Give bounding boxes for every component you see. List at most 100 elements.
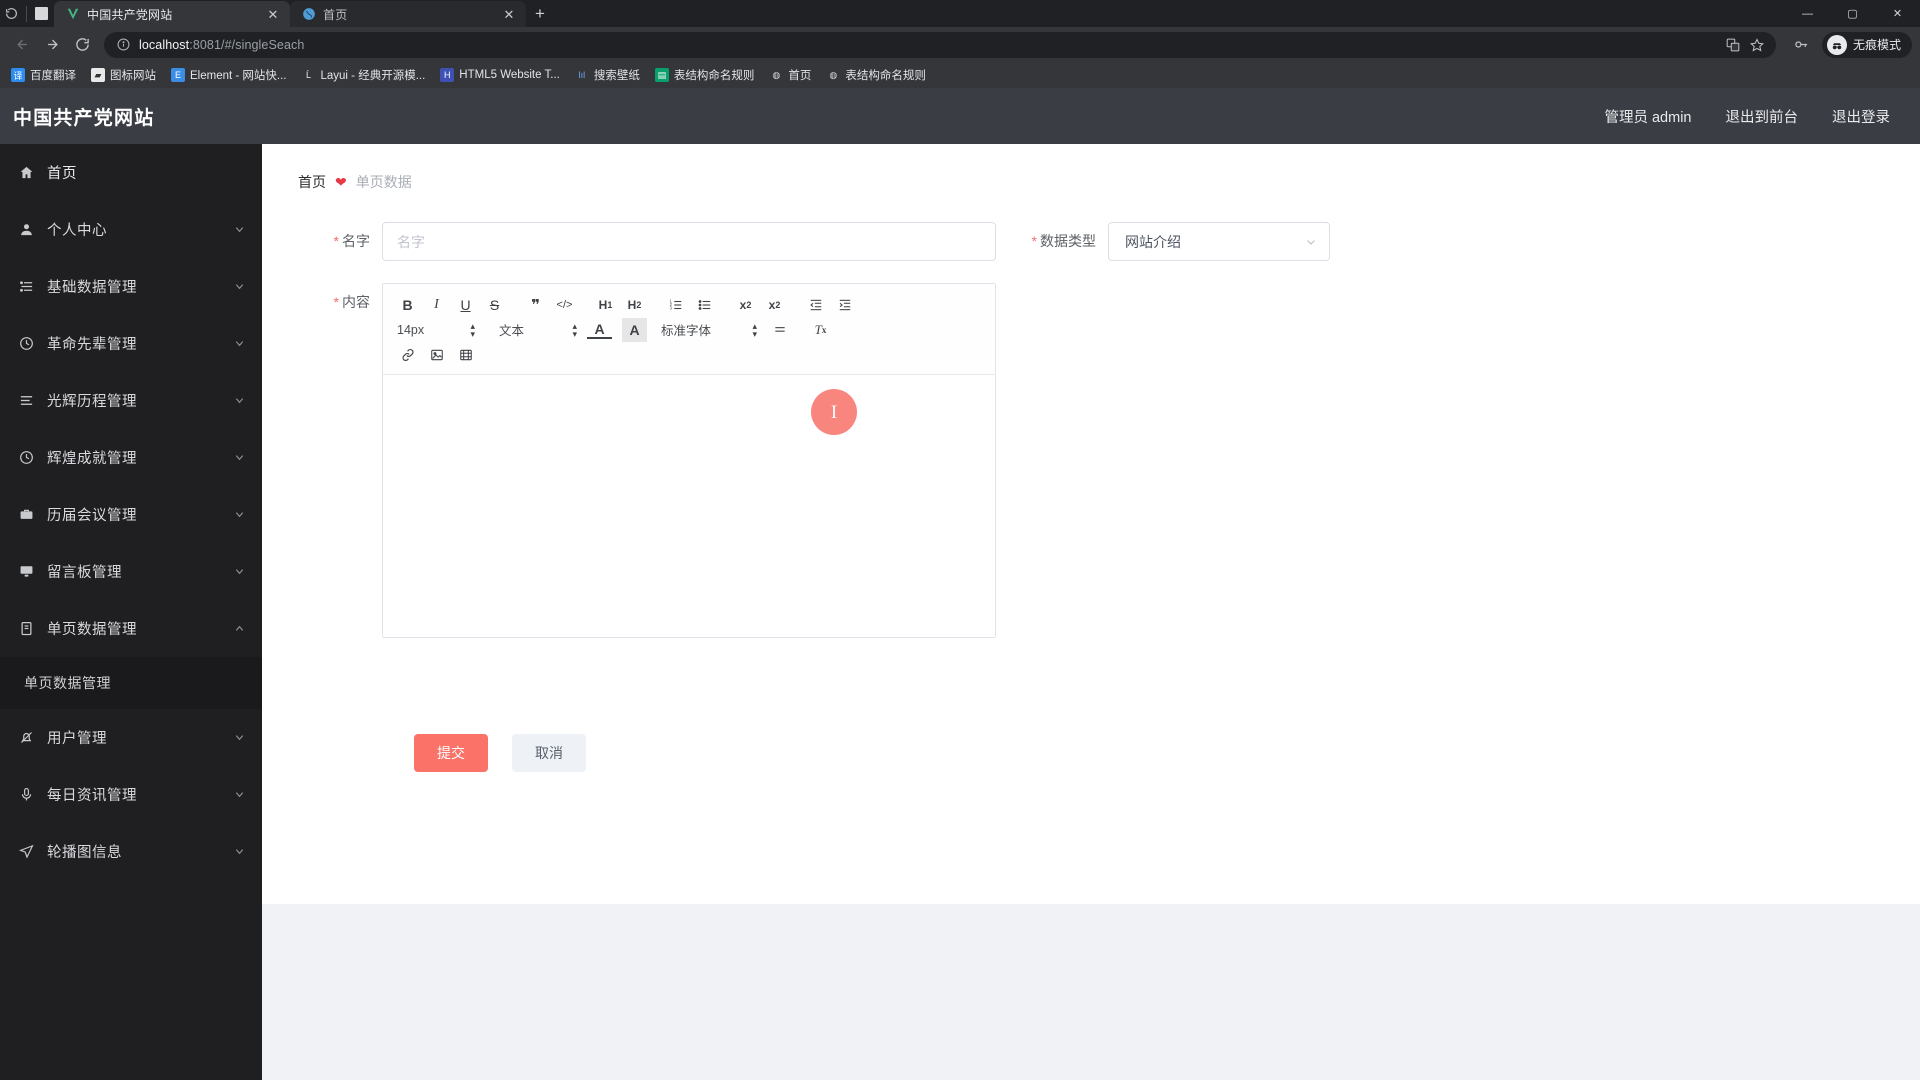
sidebar-item-personal-center[interactable]: 个人中心 [0,201,262,258]
sidebar-item-basic-data[interactable]: 基础数据管理 [0,258,262,315]
app-header-actions: 管理员 admin 退出到前台 退出登录 [1604,106,1890,127]
font-family-select[interactable]: 标准字体 ▴ ▾ [659,318,759,342]
required-asterisk: * [1031,233,1037,249]
required-asterisk: * [333,294,339,310]
new-tab-button[interactable]: + [526,1,554,27]
image-icon[interactable] [424,343,449,367]
maximize-button[interactable]: ▢ [1830,0,1875,27]
sidebar-item-home[interactable]: 首页 [0,144,262,201]
text-style-select[interactable]: 文本 ▴ ▾ [497,318,579,342]
sidebar-item-revolutionary-elders[interactable]: 革命先辈管理 [0,315,262,372]
clear-format-icon[interactable]: Tx [808,318,833,342]
key-icon[interactable] [1788,31,1816,59]
forward-icon[interactable] [38,31,66,59]
back-icon[interactable] [8,31,36,59]
bold-icon[interactable]: B [395,293,420,317]
editor-content-area[interactable] [383,375,995,637]
chevron-down-icon [232,224,246,235]
sidebar-item-label: 单页数据管理 [47,622,137,638]
code-icon[interactable]: </> [552,293,577,317]
spinner-icon: ▴ ▾ [572,320,577,339]
cancel-button[interactable]: 取消 [512,734,586,772]
logout-link[interactable]: 退出登录 [1832,106,1890,127]
text-color-icon[interactable]: A [587,320,612,339]
data-type-select[interactable]: 网站介绍 [1108,222,1330,261]
ordered-list-icon[interactable]: 123 [663,293,688,317]
bookmark-item[interactable]: 译百度翻译 [4,65,83,85]
bookmark-item[interactable]: Ĺ Layui - 经典开源模... [295,65,433,85]
bookmark-label: HTML5 Website T... [459,69,560,81]
bookmark-item[interactable]: lıl 搜索壁纸 [568,65,647,85]
spinner-icon: ▴ ▾ [470,320,475,339]
heading-1-icon[interactable]: H1 [593,293,618,317]
bookmark-item[interactable]: E Element - 网站快... [164,65,294,85]
bookmark-item[interactable]: H HTML5 Website T... [433,66,567,84]
close-window-button[interactable]: ✕ [1875,0,1920,27]
omnibox-actions [1718,37,1764,52]
info-circle-icon[interactable] [116,38,130,52]
incognito-mode-indicator[interactable]: 无痕模式 [1821,31,1912,58]
divider [26,5,27,22]
content-field-label: * 内容 [333,294,370,310]
subscript-icon[interactable]: x2 [733,293,758,317]
chevron-down-icon [1305,236,1317,248]
sidebar-item-glorious-journey[interactable]: 光辉历程管理 [0,372,262,429]
form-grid: * 名字 名字 * 内容 B I U S ❞ </> H 1 H 2 1 2 3… [262,222,1920,772]
sidebar-item-conferences[interactable]: 历届会议管理 [0,486,262,543]
app-body: 首页 个人中心 基础数据管理 革命先辈管理 光辉历程管理 辉煌成就管理 历届会议… [0,144,1920,1080]
chevron-down-icon [232,566,246,577]
browser-menu-icon[interactable] [4,7,18,21]
font-size-select[interactable]: 14px ▴ ▾ [395,318,477,342]
indent-icon[interactable] [832,293,857,317]
align-icon[interactable] [767,318,792,342]
link-icon[interactable] [395,343,420,367]
sidebar-item-label: 辉煌成就管理 [47,451,137,467]
bookmark-item[interactable]: ▰ 图标网站 [84,65,163,85]
sidebar-item-single-page-data[interactable]: 单页数据管理 [0,600,262,657]
sidebar-item-label: 用户管理 [47,731,107,747]
sidebar-item-brilliant-achievements[interactable]: 辉煌成就管理 [0,429,262,486]
outdent-icon[interactable] [803,293,828,317]
browser-tab-inactive[interactable]: 首页 ✕ [290,1,526,27]
clock-icon [18,450,35,465]
sidebar-item-carousel[interactable]: 轮播图信息 [0,823,262,880]
data-type-value: 网站介绍 [1125,233,1181,250]
star-icon[interactable] [1749,37,1764,52]
background-color-icon[interactable]: A [622,317,647,342]
address-bar[interactable]: localhost:8081/#/singleSeach [104,31,1776,58]
minimize-button[interactable]: — [1785,0,1830,27]
sidebar-item-message-board[interactable]: 留言板管理 [0,543,262,600]
sidebar-subitem-single-page-data[interactable]: 单页数据管理 [0,657,262,709]
exit-to-frontend-link[interactable]: 退出到前台 [1726,106,1799,127]
sidebar-item-label: 光辉历程管理 [47,394,137,410]
italic-icon[interactable]: I [424,293,449,317]
underline-icon[interactable]: U [453,293,478,317]
close-icon[interactable]: ✕ [501,6,517,22]
font-size-value: 14px [397,322,425,337]
bookmark-item[interactable]: ◍ 表结构命名规则 [819,65,933,85]
incognito-avatar-icon [1826,34,1847,55]
reload-icon[interactable] [68,31,96,59]
bookmarks-bar: 译百度翻译 ▰ 图标网站 E Element - 网站快... Ĺ Layui - 经… [0,62,1920,88]
heading-2-icon[interactable]: H2 [622,293,647,317]
bookmark-favicon-icon: 译 [11,68,25,82]
name-input[interactable]: 名字 [382,222,996,261]
content-field-control: B I U S ❞ </> H 1 H 2 1 2 3 x 2 x 2 14px… [382,283,996,638]
bookmark-item[interactable]: ◍ 首页 [762,65,818,85]
superscript-icon[interactable]: x2 [762,293,787,317]
strikethrough-icon[interactable]: S [482,293,507,317]
editor-toolbar-row-2: 14px ▴ ▾ 文本 ▴ ▾ A A 标准字体 ▴ ▾ T x [395,317,985,342]
browser-tab-active[interactable]: 中国共产党网站 ✕ [54,1,290,27]
tab-search-icon[interactable] [35,7,48,20]
sidebar-item-user-management[interactable]: 用户管理 [0,709,262,766]
bookmark-item[interactable]: ▤ 表结构命名规则 [648,65,762,85]
translate-icon[interactable] [1726,38,1740,52]
breadcrumb-home[interactable]: 首页 [298,172,326,192]
send-icon [18,844,35,859]
sidebar-item-daily-news[interactable]: 每日资讯管理 [0,766,262,823]
close-icon[interactable]: ✕ [265,6,281,22]
bullet-list-icon[interactable] [692,293,717,317]
video-icon[interactable] [453,343,478,367]
submit-button[interactable]: 提交 [414,734,488,772]
blockquote-icon[interactable]: ❞ [523,293,548,317]
